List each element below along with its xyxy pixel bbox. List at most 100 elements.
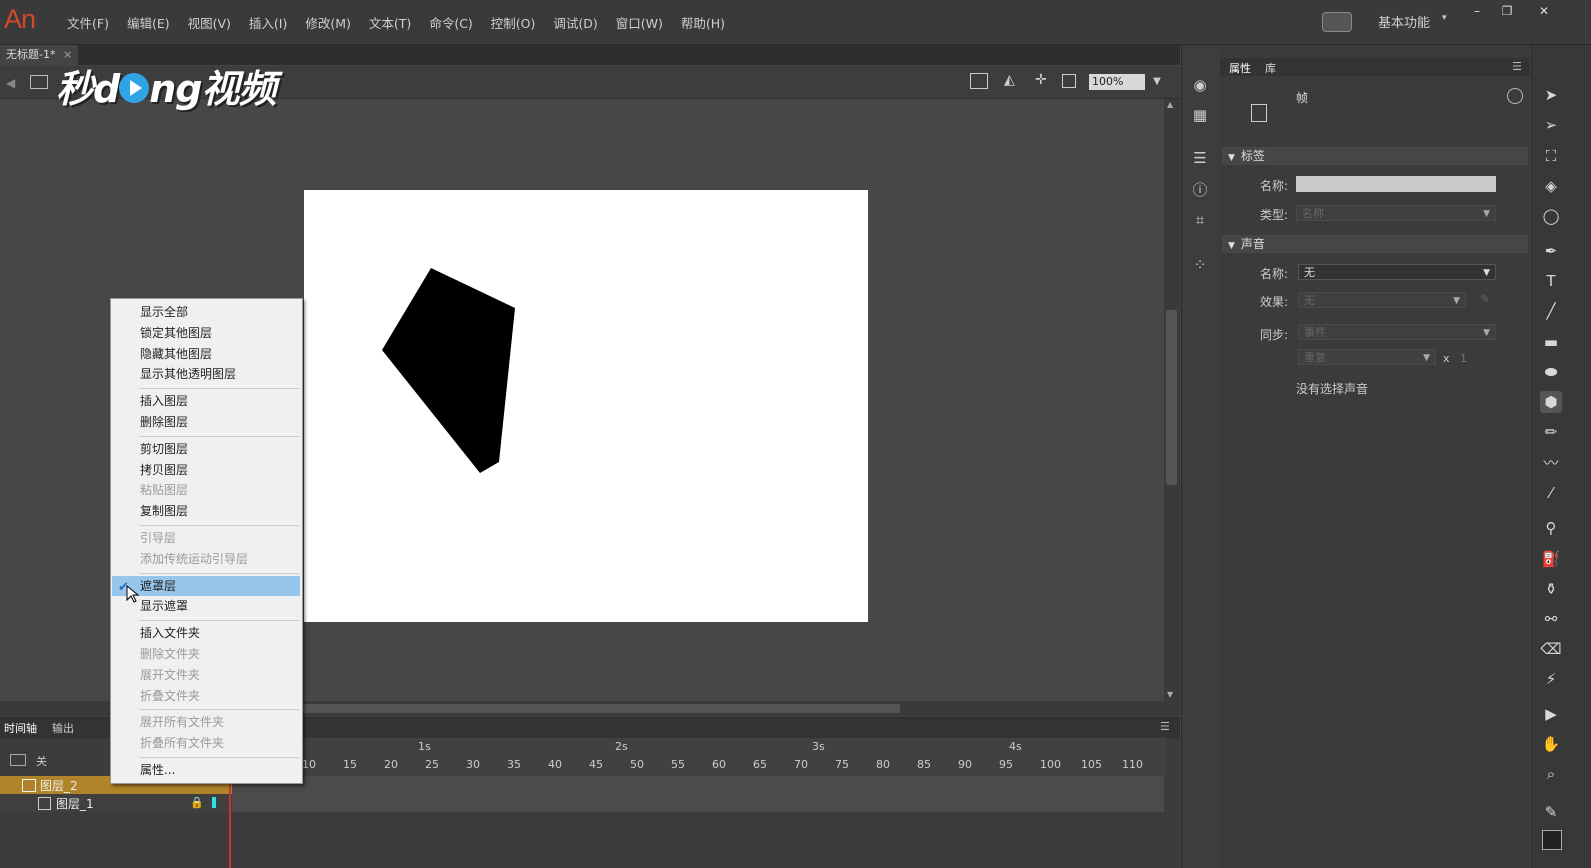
subselection-tool-icon[interactable]: ➢	[1540, 114, 1562, 136]
menu-item[interactable]: 编辑(E)	[118, 13, 179, 32]
hand-tool-icon[interactable]: ✋	[1540, 733, 1562, 755]
stage-canvas[interactable]	[304, 190, 868, 622]
layer-name[interactable]: 图层_2	[40, 777, 78, 794]
polystar-tool-icon[interactable]: ⬢	[1540, 391, 1562, 413]
info-panel-icon[interactable]: ⓘ	[1190, 180, 1210, 200]
pencil-icon[interactable]: ✎	[1480, 292, 1490, 306]
context-menu-item[interactable]: 拷贝图层	[112, 460, 300, 480]
align-panel-icon[interactable]: ☰	[1190, 148, 1210, 168]
panel-menu-icon[interactable]: ☰	[1512, 60, 1522, 73]
tab-properties[interactable]: 属性	[1229, 60, 1251, 76]
rectangle-tool-icon[interactable]: ▬	[1540, 331, 1562, 353]
clip-content-icon[interactable]	[1062, 74, 1076, 88]
label-name-input[interactable]	[1296, 176, 1496, 192]
menu-item[interactable]: 插入(I)	[240, 13, 296, 32]
sound-effect-select[interactable]: 无 ▼	[1298, 292, 1466, 308]
close-button[interactable]: ✕	[1533, 3, 1555, 19]
text-tool-icon[interactable]: T	[1540, 270, 1562, 292]
menu-item[interactable]: 修改(M)	[296, 13, 360, 32]
context-menu-item[interactable]: 锁定其他图层	[112, 323, 300, 343]
stroke-color-icon[interactable]: ✎	[1540, 801, 1562, 823]
edit-scene-icon[interactable]	[970, 73, 988, 89]
label-section-header[interactable]: ▼ 标签	[1222, 147, 1528, 165]
layer-frames[interactable]	[232, 794, 1164, 812]
menu-item[interactable]: 文本(T)	[360, 13, 420, 32]
playhead[interactable]	[229, 776, 231, 868]
color-panel-icon[interactable]: ◉	[1190, 75, 1210, 95]
selection-tool-icon[interactable]: ➤	[1540, 84, 1562, 106]
pentagon-shape[interactable]	[382, 268, 515, 473]
menu-item[interactable]: 调试(D)	[544, 13, 606, 32]
context-menu-item[interactable]: 插入文件夹	[112, 623, 300, 643]
menu-item[interactable]: 窗口(W)	[607, 13, 672, 32]
sound-repeat-select[interactable]: 重复 ▼	[1298, 349, 1436, 365]
workspace-switcher[interactable]: 基本功能	[1378, 12, 1430, 31]
components-panel-icon[interactable]: ⁘	[1190, 255, 1210, 275]
context-menu-item[interactable]: 显示全部	[112, 302, 300, 322]
zoom-input[interactable]: 100%	[1089, 74, 1145, 90]
label-type-select[interactable]: 名称 ▼	[1296, 205, 1496, 221]
layer-color-swatch[interactable]	[212, 797, 216, 808]
menu-item[interactable]: 命令(C)	[420, 13, 481, 32]
sound-sync-select[interactable]: 事件 ▼	[1298, 324, 1496, 340]
context-menu-item[interactable]: 复制图层	[112, 501, 300, 521]
zoom-dropdown-icon[interactable]: ▼	[1149, 74, 1165, 90]
edit-symbol-icon[interactable]: ◭	[1004, 72, 1015, 88]
menu-item[interactable]: 控制(O)	[482, 13, 545, 32]
scroll-down-icon[interactable]: ▼	[1167, 690, 1173, 699]
horizontal-scroll-thumb[interactable]	[300, 704, 900, 713]
transform-panel-icon[interactable]: ⌗	[1190, 210, 1210, 230]
swatches-panel-icon[interactable]: ▦	[1190, 105, 1210, 125]
workspace-dropdown-icon[interactable]: ▾	[1442, 13, 1447, 23]
context-menu-item[interactable]: 显示遮罩	[112, 596, 300, 616]
tab-library[interactable]: 库	[1265, 60, 1276, 76]
width-tool-icon[interactable]: ⚡	[1540, 668, 1562, 690]
context-menu-item[interactable]: 删除图层	[112, 412, 300, 432]
back-arrow-icon[interactable]: ◀	[6, 76, 15, 90]
context-menu-item[interactable]: 剪切图层	[112, 439, 300, 459]
repeat-count-input[interactable]: 1	[1460, 352, 1467, 365]
lasso-tool-icon[interactable]: ◯	[1540, 205, 1562, 227]
scroll-up-icon[interactable]: ▲	[1167, 100, 1173, 109]
paint-brush-tool-icon[interactable]: 〰	[1540, 452, 1562, 474]
context-menu-item[interactable]: 隐藏其他图层	[112, 344, 300, 364]
zoom-tool-icon[interactable]: ⌕	[1540, 763, 1562, 785]
pen-tool-icon[interactable]: ✒	[1540, 240, 1562, 262]
panel-menu-icon[interactable]: ☰	[1160, 720, 1170, 733]
restore-button[interactable]: ❐	[1496, 3, 1518, 19]
menu-item[interactable]: 文件(F)	[58, 13, 118, 32]
menu-item[interactable]: 视图(V)	[179, 13, 240, 32]
tab-output[interactable]: 输出	[52, 720, 74, 736]
context-menu-item[interactable]: 显示其他透明图层	[112, 364, 300, 384]
ink-bottle-tool-icon[interactable]: ⚱	[1540, 578, 1562, 600]
menu-item[interactable]: 帮助(H)	[672, 13, 734, 32]
center-stage-icon[interactable]: ✛	[1035, 72, 1047, 88]
gamepad-icon[interactable]	[1322, 12, 1352, 32]
context-menu-item[interactable]: 属性...	[112, 760, 300, 780]
camera-tool-icon[interactable]: ▶	[1540, 703, 1562, 725]
sound-section-header[interactable]: ▼ 声音	[1222, 235, 1528, 253]
line-tool-icon[interactable]: ╱	[1540, 300, 1562, 322]
vertical-scroll-thumb[interactable]	[1166, 310, 1177, 485]
frame-ruler[interactable]: 1s 2s 3s 4s 10 15 20 25 30 35 40 45 50 55 60 65 70 75 80 85…	[300, 738, 1166, 777]
eraser-tool-icon[interactable]: ⌫	[1540, 638, 1562, 660]
tab-timeline[interactable]: 时间轴	[4, 720, 37, 736]
context-menu-item[interactable]: 遮罩层 ✔	[112, 575, 300, 596]
paint-bucket-tool-icon[interactable]: ⛽	[1540, 548, 1562, 570]
ruler-frame-number: 90	[958, 758, 972, 771]
minimize-button[interactable]: –	[1466, 3, 1488, 19]
sound-name-select[interactable]: 无 ▼	[1298, 264, 1496, 280]
3d-rotation-tool-icon[interactable]: ◈	[1540, 175, 1562, 197]
help-icon[interactable]	[1507, 88, 1523, 104]
fill-color-swatch[interactable]	[1542, 830, 1562, 850]
lock-icon[interactable]: 🔒	[190, 796, 204, 809]
brush-tool-icon[interactable]: ⁄	[1540, 482, 1562, 504]
layer-frames[interactable]	[232, 776, 1164, 794]
eyedropper-tool-icon[interactable]: ⚯	[1540, 608, 1562, 630]
pencil-tool-icon[interactable]: ✏	[1540, 421, 1562, 443]
context-menu-item[interactable]: 插入图层	[112, 391, 300, 411]
free-transform-tool-icon[interactable]: ⛶	[1540, 145, 1562, 167]
oval-tool-icon[interactable]: ⬬	[1540, 361, 1562, 383]
bone-tool-icon[interactable]: ⚲	[1540, 517, 1562, 539]
layer-name[interactable]: 图层_1	[56, 795, 94, 812]
